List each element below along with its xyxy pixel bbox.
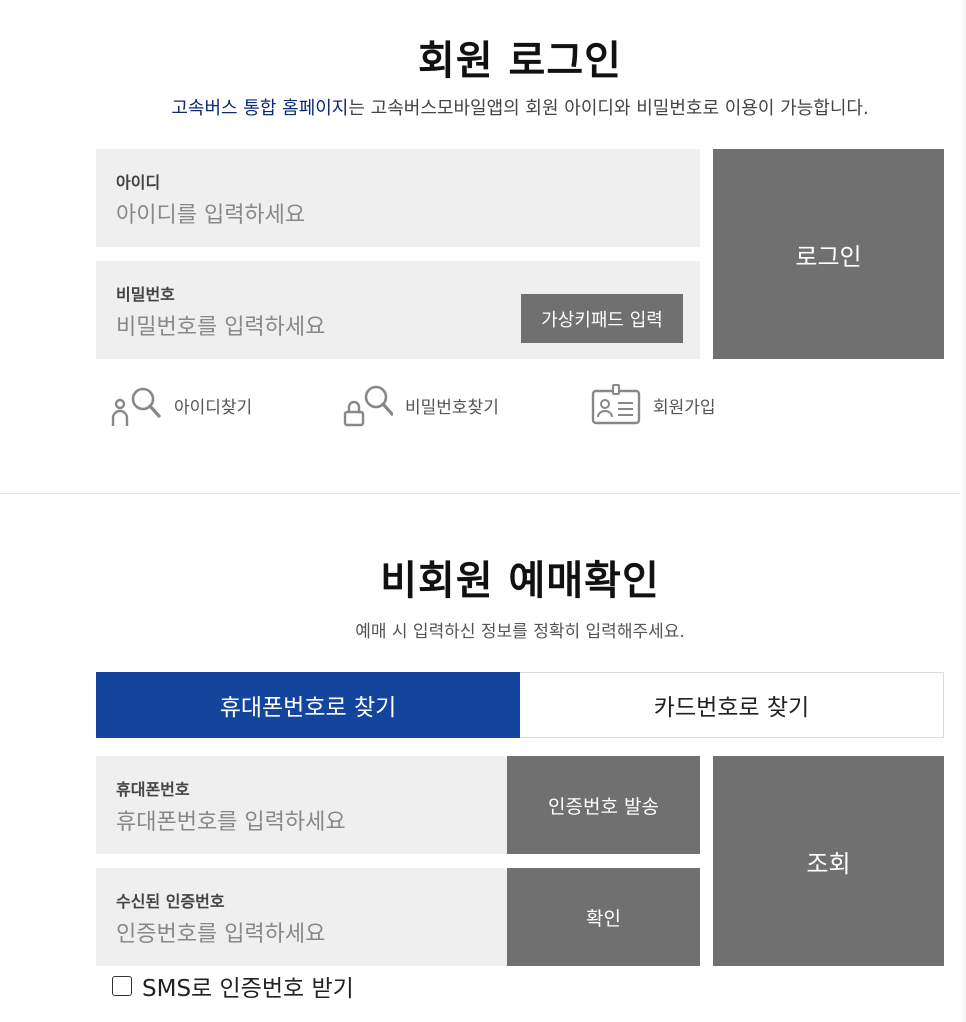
sms-checkbox-row[interactable]: SMS로 인증번호 받기	[112, 970, 354, 1002]
join-label: 회원가입	[653, 397, 716, 418]
login-button[interactable]: 로그인	[713, 149, 944, 359]
id-input-placeholder[interactable]: 아이디를 입력하세요	[116, 197, 305, 229]
find-id-label: 아이디찾기	[174, 397, 253, 418]
id-field[interactable]: 아이디 아이디를 입력하세요	[96, 149, 700, 247]
phone-label: 휴대폰번호	[116, 780, 190, 799]
verification-code-label: 수신된 인증번호	[116, 892, 225, 911]
site-name-highlight: 고속버스 통합 홈페이지	[171, 98, 349, 119]
right-edge-shade	[960, 0, 966, 1022]
password-label: 비밀번호	[116, 285, 175, 304]
find-id-link[interactable]: 아이디찾기	[110, 382, 252, 428]
login-description-text: 는 고속버스모바일앱의 회원 아이디와 비밀번호로 이용이 가능합니다.	[348, 98, 869, 119]
find-password-link[interactable]: 비밀번호찾기	[341, 382, 499, 428]
guest-title: 비회원 예매확인	[380, 558, 660, 604]
sms-checkbox[interactable]	[112, 976, 132, 996]
person-search-icon	[111, 387, 161, 426]
confirm-code-button[interactable]: 확인	[507, 868, 700, 966]
login-description: 고속버스 통합 홈페이지는 고속버스모바일앱의 회원 아이디와 비밀번호로 이용…	[0, 94, 966, 120]
phone-input-placeholder[interactable]: 휴대폰번호를 입력하세요	[116, 804, 346, 836]
lookup-button[interactable]: 조회	[713, 756, 944, 966]
page: 회원 로그인 고속버스 통합 홈페이지는 고속버스모바일앱의 회원 아이디와 비…	[0, 0, 966, 1022]
lock-search-icon	[343, 385, 393, 427]
id-label: 아이디	[116, 173, 161, 192]
verification-code-placeholder[interactable]: 인증번호를 입력하세요	[116, 916, 325, 948]
id-card-icon	[591, 384, 641, 425]
virtual-keypad-button[interactable]: 가상키패드 입력	[521, 294, 683, 343]
login-helper-links: 아이디찾기 비밀번호찾기 회원가입	[0, 382, 966, 432]
search-method-tabs: 휴대폰번호로 찾기 카드번호로 찾기	[96, 672, 944, 738]
password-input-placeholder[interactable]: 비밀번호를 입력하세요	[116, 309, 325, 341]
tab-card[interactable]: 카드번호로 찾기	[520, 672, 944, 738]
guest-description: 예매 시 입력하신 정보를 정확히 입력해주세요.	[355, 622, 685, 642]
tab-phone[interactable]: 휴대폰번호로 찾기	[96, 672, 520, 738]
find-password-label: 비밀번호찾기	[405, 397, 499, 418]
sms-checkbox-label: SMS로 인증번호 받기	[142, 976, 354, 1002]
send-code-button[interactable]: 인증번호 발송	[507, 756, 700, 854]
join-link[interactable]: 회원가입	[589, 382, 716, 428]
section-divider	[0, 493, 960, 494]
login-title: 회원 로그인	[418, 38, 622, 84]
